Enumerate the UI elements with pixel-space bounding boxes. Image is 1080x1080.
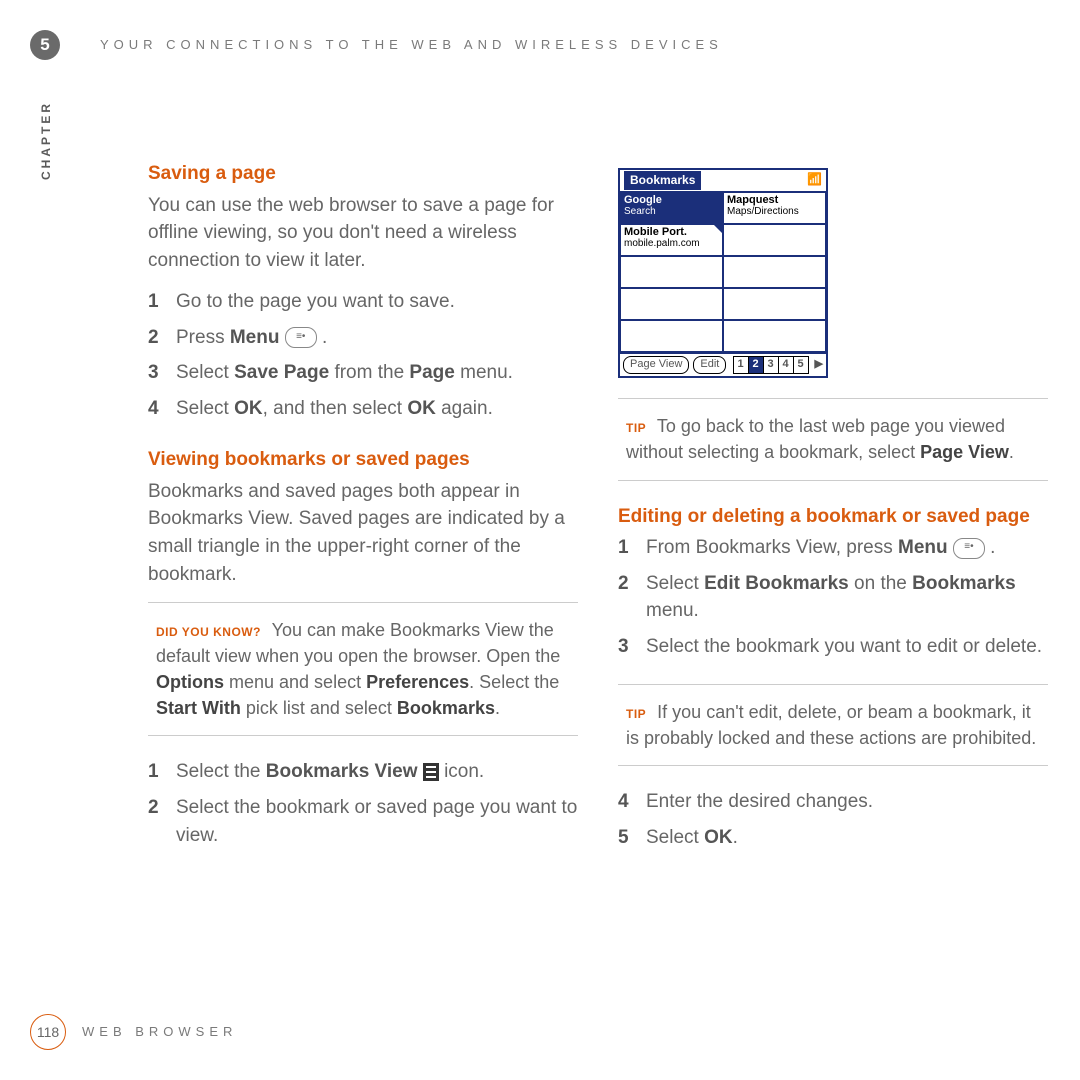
section-title-editing: Editing or deleting a bookmark or saved … bbox=[618, 503, 1048, 531]
step-text: Select OK. bbox=[646, 824, 738, 852]
viewing-steps: 1 Select the Bookmarks View icon. 2Selec… bbox=[148, 758, 578, 849]
saving-intro: You can use the web browser to save a pa… bbox=[148, 192, 578, 275]
bookmark-cell-empty[interactable] bbox=[723, 256, 826, 288]
step-text: Select the bookmark or saved page you wa… bbox=[176, 794, 578, 849]
bookmark-cell[interactable]: MapquestMaps/Directions bbox=[723, 192, 826, 224]
viewing-intro: Bookmarks and saved pages both appear in… bbox=[148, 478, 578, 588]
callout-label: DID YOU KNOW? bbox=[156, 625, 261, 639]
edit-button[interactable]: Edit bbox=[693, 356, 726, 374]
page-footer: 118 WEB BROWSER bbox=[30, 1014, 237, 1050]
bookmark-cell-empty[interactable] bbox=[723, 224, 826, 256]
callout-label: TIP bbox=[626, 421, 646, 435]
menu-icon: ≡• bbox=[285, 327, 317, 348]
tip-callout: TIP If you can't edit, delete, or beam a… bbox=[618, 684, 1048, 766]
footer-section: WEB BROWSER bbox=[82, 1023, 237, 1042]
bookmark-pager[interactable]: 12345 bbox=[733, 356, 809, 374]
bookmark-cell-empty[interactable] bbox=[620, 256, 723, 288]
step-text: Go to the page you want to save. bbox=[176, 288, 455, 316]
bookmark-cell-empty[interactable] bbox=[620, 320, 723, 352]
saving-steps: 1Go to the page you want to save. 2 Pres… bbox=[148, 288, 578, 422]
bookmarks-screenshot: Bookmarks 📶 GoogleSearch MapquestMaps/Di… bbox=[618, 168, 828, 378]
did-you-know-callout: DID YOU KNOW? You can make Bookmarks Vie… bbox=[148, 602, 578, 736]
step-text: Select Save Page from the Page menu. bbox=[176, 359, 513, 387]
pager-next-icon[interactable]: ▶ bbox=[815, 357, 823, 373]
page-content: Saving a page You can use the web browse… bbox=[148, 160, 1048, 876]
bookmarks-view-icon bbox=[423, 763, 439, 781]
callout-label: TIP bbox=[626, 707, 646, 721]
bookmark-cell[interactable]: GoogleSearch bbox=[620, 192, 723, 224]
chapter-badge: 5 bbox=[30, 30, 60, 60]
step-text: Select Edit Bookmarks on the Bookmarks m… bbox=[646, 570, 1048, 625]
section-title-viewing: Viewing bookmarks or saved pages bbox=[148, 446, 578, 474]
page-number: 118 bbox=[30, 1014, 66, 1050]
right-column: Bookmarks 📶 GoogleSearch MapquestMaps/Di… bbox=[618, 160, 1048, 876]
bookmark-cell-empty[interactable] bbox=[723, 320, 826, 352]
step-text: Select the bookmark you want to edit or … bbox=[646, 633, 1042, 661]
chapter-label-vertical: CHAPTER bbox=[38, 101, 55, 180]
step-text: From Bookmarks View, press Menu ≡• . bbox=[646, 534, 995, 562]
section-title-saving: Saving a page bbox=[148, 160, 578, 188]
bookmark-cell[interactable]: Mobile Port.mobile.palm.com bbox=[620, 224, 723, 256]
menu-icon: ≡• bbox=[953, 538, 985, 559]
editing-steps-cont: 4Enter the desired changes. 5 Select OK. bbox=[618, 788, 1048, 851]
step-text: Select the Bookmarks View icon. bbox=[176, 758, 484, 786]
running-header: YOUR CONNECTIONS TO THE WEB AND WIRELESS… bbox=[100, 36, 723, 55]
screenshot-title: Bookmarks bbox=[624, 171, 701, 190]
signal-icon: 📶 bbox=[807, 171, 822, 190]
bookmark-cell-empty[interactable] bbox=[620, 288, 723, 320]
step-text: Select OK, and then select OK again. bbox=[176, 395, 493, 423]
bookmark-cell-empty[interactable] bbox=[723, 288, 826, 320]
editing-steps: 1 From Bookmarks View, press Menu ≡• . 2… bbox=[618, 534, 1048, 660]
step-text: Press Menu ≡• . bbox=[176, 324, 327, 352]
page-view-button[interactable]: Page View bbox=[623, 356, 689, 374]
step-text: Enter the desired changes. bbox=[646, 788, 873, 816]
tip-callout: TIP To go back to the last web page you … bbox=[618, 398, 1048, 480]
left-column: Saving a page You can use the web browse… bbox=[148, 160, 578, 876]
